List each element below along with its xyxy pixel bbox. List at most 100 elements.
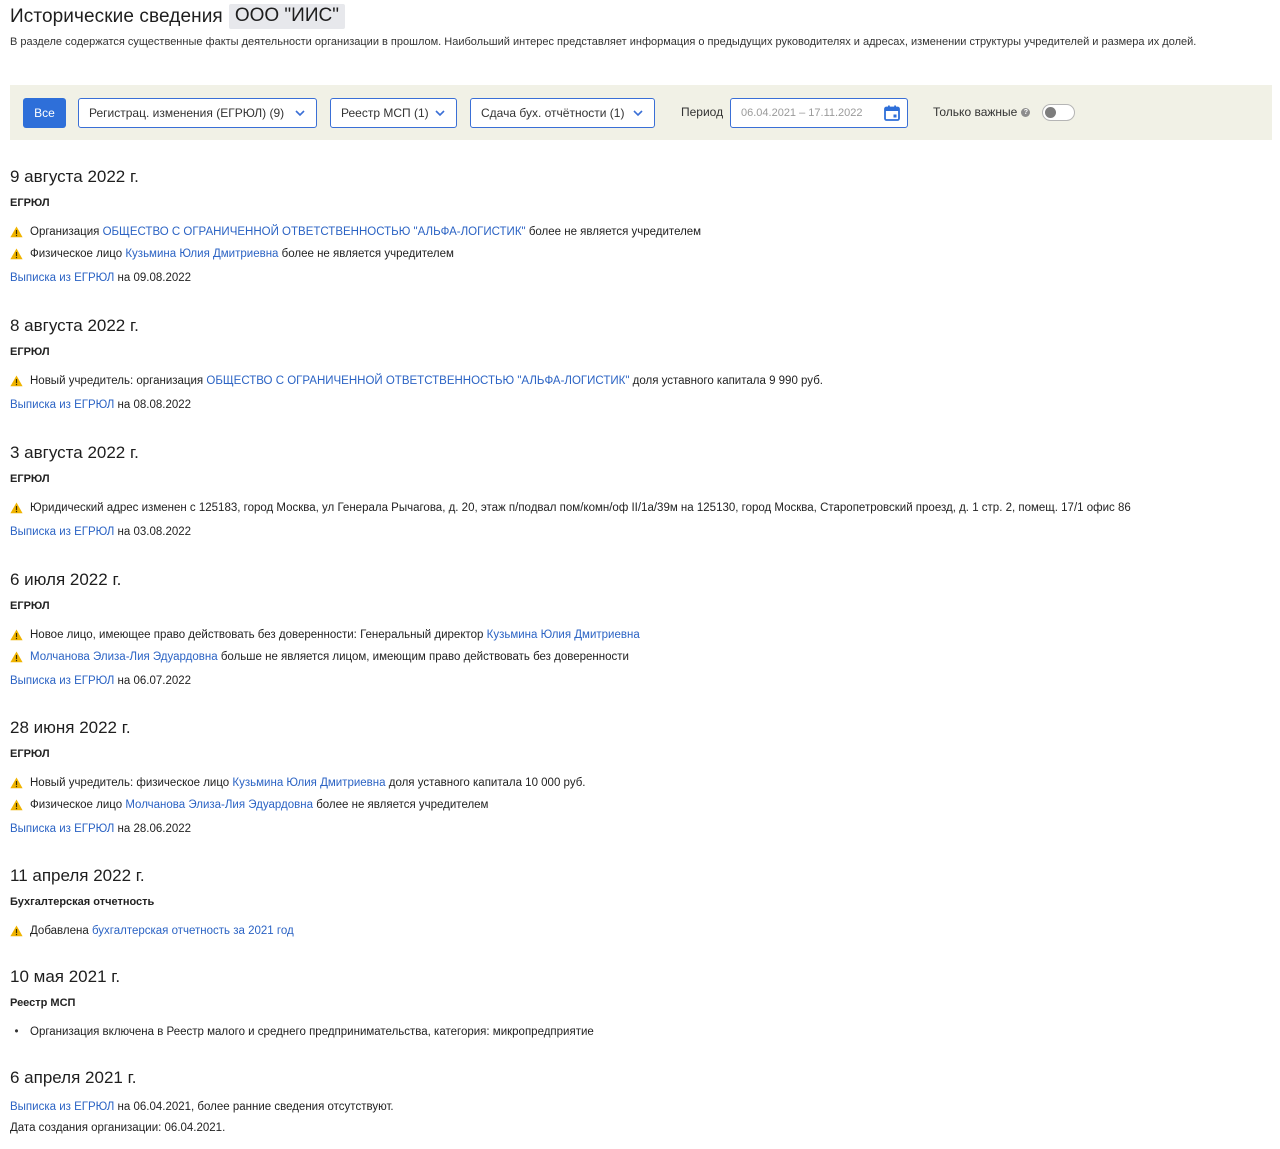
org-name: ООО "ИИС" <box>228 4 345 29</box>
section-date: 11 апреля 2022 г. <box>10 866 145 885</box>
filter-bar: Все Регистрац. изменения (ЕГРЮЛ) (9) Рее… <box>10 85 1272 140</box>
important-only-toggle[interactable] <box>1042 104 1075 121</box>
warning-icon <box>10 799 23 811</box>
warning-icon <box>10 629 23 641</box>
filter-egrul-label: Регистрац. изменения (ЕГРЮЛ) (9) <box>89 106 285 120</box>
filter-egrul-dropdown[interactable]: Регистрац. изменения (ЕГРЮЛ) (9) <box>78 98 317 128</box>
item-text: Добавлена <box>30 925 89 937</box>
title-row: Исторические сведения ООО "ИИС" <box>10 4 345 29</box>
person-link[interactable]: Кузьмина Юлия Дмитриевна <box>232 777 385 789</box>
history-section: 8 августа 2022 г. ЕГРЮЛ Новый учредитель… <box>10 315 1270 414</box>
list-item: Новый учредитель: организация ОБЩЕСТВО С… <box>10 370 1270 392</box>
extract-row: Выписка из ЕГРЮЛ на 06.04.2021, более ра… <box>10 1098 1270 1116</box>
list-item: Физическое лицо Молчанова Элиза-Лия Эдуа… <box>10 794 1270 816</box>
egrul-extract-link[interactable]: Выписка из ЕГРЮЛ <box>10 399 114 411</box>
history-section: 11 апреля 2022 г. Бухгалтерская отчетнос… <box>10 865 1270 942</box>
list-item: Организация ОБЩЕСТВО С ОГРАНИЧЕННОЙ ОТВЕ… <box>10 221 1270 243</box>
list-item: • Организация включена в Реестр малого и… <box>10 1021 1270 1043</box>
warning-icon <box>10 226 23 238</box>
extract-date: на 08.08.2022 <box>117 399 192 411</box>
item-text: доля уставного капитала 9 990 руб. <box>632 375 823 387</box>
extract-row: Выписка из ЕГРЮЛ на 28.06.2022 <box>10 820 1270 838</box>
page: Исторические сведения ООО "ИИС" В раздел… <box>0 0 1280 1149</box>
chevron-down-icon <box>295 110 305 117</box>
item-text: более не является учредителем <box>316 799 489 811</box>
list-item: Добавлена бухгалтерская отчетность за 20… <box>10 920 1270 942</box>
filter-msp-label: Реестр МСП (1) <box>341 106 429 120</box>
section-source: ЕГРЮЛ <box>10 346 50 358</box>
extract-row: Выписка из ЕГРЮЛ на 08.08.2022 <box>10 396 1270 414</box>
item-text: Новое лицо, имеющее право действовать бе… <box>30 629 484 641</box>
filter-msp-dropdown[interactable]: Реестр МСП (1) <box>330 98 457 128</box>
item-text: больше не является лицом, имеющим право … <box>220 651 629 663</box>
extract-row: Выписка из ЕГРЮЛ на 09.08.2022 <box>10 269 1270 287</box>
section-date: 6 апреля 2021 г. <box>10 1068 137 1087</box>
section-intro: В разделе содержатся существенные факты … <box>10 36 1197 48</box>
section-source: ЕГРЮЛ <box>10 748 50 760</box>
important-only-label: Только важные ? <box>933 105 1031 119</box>
person-link[interactable]: Молчанова Элиза-Лия Эдуардовна <box>30 651 218 663</box>
history-section: 9 августа 2022 г. ЕГРЮЛ Организация ОБЩЕ… <box>10 166 1270 287</box>
warning-icon <box>10 777 23 789</box>
extract-date: на 03.08.2022 <box>117 526 192 538</box>
section-source: Бухгалтерская отчетность <box>10 896 155 908</box>
item-text: Новый учредитель: организация <box>30 375 204 387</box>
period-label: Период <box>681 105 724 119</box>
section-date: 10 мая 2021 г. <box>10 967 121 986</box>
extract-date: на 06.07.2022 <box>117 675 192 687</box>
warning-icon <box>10 651 23 663</box>
history-section: 6 июля 2022 г. ЕГРЮЛ Новое лицо, имеющее… <box>10 569 1270 690</box>
extract-row: Выписка из ЕГРЮЛ на 03.08.2022 <box>10 523 1270 541</box>
filter-reporting-label: Сдача бух. отчётности (1) <box>481 106 625 120</box>
accounting-report-link[interactable]: бухгалтерская отчетность за 2021 год <box>92 925 294 937</box>
section-date: 9 августа 2022 г. <box>10 167 139 186</box>
section-date: 8 августа 2022 г. <box>10 316 139 335</box>
egrul-extract-link[interactable]: Выписка из ЕГРЮЛ <box>10 1101 114 1113</box>
bullet-icon: • <box>14 1026 19 1038</box>
section-source: ЕГРЮЛ <box>10 197 50 209</box>
egrul-extract-link[interactable]: Выписка из ЕГРЮЛ <box>10 823 114 835</box>
person-link[interactable]: Кузьмина Юлия Дмитриевна <box>125 248 278 260</box>
help-icon[interactable]: ? <box>1021 107 1031 117</box>
warning-icon <box>10 375 23 387</box>
item-text: Физическое лицо <box>30 799 123 811</box>
egrul-extract-link[interactable]: Выписка из ЕГРЮЛ <box>10 675 114 687</box>
warning-icon <box>10 925 23 937</box>
item-text: более не является учредителем <box>528 226 702 238</box>
filter-all-button[interactable]: Все <box>23 98 66 128</box>
egrul-extract-link[interactable]: Выписка из ЕГРЮЛ <box>10 526 114 538</box>
section-source: ЕГРЮЛ <box>10 600 50 612</box>
section-source: Реестр МСП <box>10 997 76 1009</box>
item-text: Новый учредитель: физическое лицо <box>30 777 230 789</box>
toggle-knob <box>1045 107 1056 118</box>
section-date: 3 августа 2022 г. <box>10 443 139 462</box>
period-input[interactable]: 06.04.2021 – 17.11.2022 <box>730 98 908 128</box>
chevron-down-icon <box>435 110 445 117</box>
filter-reporting-dropdown[interactable]: Сдача бух. отчётности (1) <box>470 98 655 128</box>
history-section: 28 июня 2022 г. ЕГРЮЛ Новый учредитель: … <box>10 717 1270 838</box>
item-text: доля уставного капитала 10 000 руб. <box>388 777 586 789</box>
important-only-text: Только важные <box>933 105 1018 119</box>
calendar-icon[interactable] <box>883 104 901 122</box>
period-value: 06.04.2021 – 17.11.2022 <box>741 107 863 119</box>
chevron-down-icon <box>633 110 643 117</box>
history-section: 6 апреля 2021 г. Выписка из ЕГРЮЛ на 06.… <box>10 1067 1270 1137</box>
organization-link[interactable]: ОБЩЕСТВО С ОГРАНИЧЕННОЙ ОТВЕТСТВЕННОСТЬЮ… <box>206 375 629 387</box>
list-item: Юридический адрес изменен с 125183, горо… <box>10 497 1270 519</box>
history-section: 3 августа 2022 г. ЕГРЮЛ Юридический адре… <box>10 442 1270 541</box>
section-date: 28 июня 2022 г. <box>10 718 131 737</box>
section-source: ЕГРЮЛ <box>10 473 50 485</box>
warning-icon <box>10 502 23 514</box>
section-date: 6 июля 2022 г. <box>10 570 122 589</box>
list-item: Физическое лицо Кузьмина Юлия Дмитриевна… <box>10 243 1270 265</box>
item-text: более не является учредителем <box>281 248 454 260</box>
organization-link[interactable]: ОБЩЕСТВО С ОГРАНИЧЕННОЙ ОТВЕТСТВЕННОСТЬЮ… <box>103 226 526 238</box>
person-link[interactable]: Кузьмина Юлия Дмитриевна <box>487 629 640 641</box>
person-link[interactable]: Молчанова Элиза-Лия Эдуардовна <box>125 799 313 811</box>
extract-date: на 09.08.2022 <box>117 272 192 284</box>
item-text: Организация включена в Реестр малого и с… <box>30 1026 594 1038</box>
item-text: Организация <box>30 226 100 238</box>
item-text: Физическое лицо <box>30 248 123 260</box>
egrul-extract-link[interactable]: Выписка из ЕГРЮЛ <box>10 272 114 284</box>
creation-date: Дата создания организации: 06.04.2021. <box>10 1122 226 1134</box>
